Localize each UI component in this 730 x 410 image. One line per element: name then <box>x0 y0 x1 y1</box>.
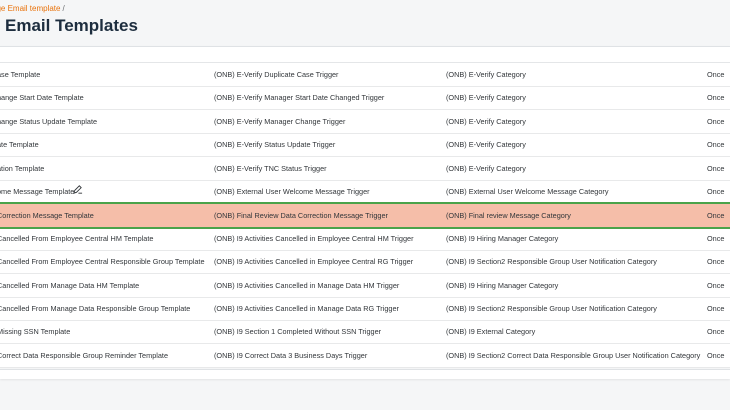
page-title: Email Templates <box>5 16 138 35</box>
category-cell: (ONB) E-Verify Category <box>446 93 526 103</box>
frequency-cell: Once <box>707 350 725 360</box>
category-cell: (ONB) E-Verify Category <box>446 70 526 79</box>
frequency-cell: Once <box>707 187 725 196</box>
trigger-cell: (ONB) I9 Activities Cancelled in Employe… <box>214 233 414 243</box>
table-row-selected[interactable]: Correction Message Template (ONB) Final R… <box>0 202 730 230</box>
table-row[interactable]: ate Template (ONB) E-Verify Status Update… <box>0 133 730 158</box>
template-name-cell: hange Start Date Template <box>0 93 84 103</box>
template-name-cell: Missing SSN Template <box>0 327 71 337</box>
template-name-cell: Cancelled From Manage Data HM Template <box>0 280 140 290</box>
trigger-cell: (ONB) External User Welcome Message Trig… <box>214 187 370 196</box>
breadcrumb-link[interactable]: age Email template <box>0 4 60 13</box>
frequency-cell: Once <box>707 116 725 126</box>
trigger-cell: (ONB) I9 Activities Cancelled in Manage … <box>214 304 399 313</box>
trigger-cell: (ONB) E-Verify Duplicate Case Trigger <box>214 70 339 79</box>
trigger-cell: (ONB) I9 Correct Data 3 Business Days Tr… <box>214 350 368 360</box>
frequency-cell: Once <box>707 211 725 221</box>
table-row[interactable]: ation Template (ONB) E-Verify TNC Status … <box>0 157 730 181</box>
table-row[interactable]: Correct Data Responsible Group Reminder … <box>0 344 730 368</box>
template-name-cell: Correction Message Template <box>0 211 94 221</box>
category-cell: (ONB) I9 Section2 Correct Data Responsib… <box>446 350 701 360</box>
frequency-cell: Once <box>707 70 725 79</box>
category-cell: (ONB) I9 Hiring Manager Category <box>446 233 559 243</box>
table-row[interactable]: ome Message Template (ONB) External User … <box>0 180 730 204</box>
template-name-cell: ation Template <box>0 163 45 173</box>
category-cell: (ONB) Final review Message Category <box>446 211 571 221</box>
template-name-cell: Cancelled From Employee Central Responsi… <box>0 257 205 267</box>
templates-table: ase Template (ONB) E-Verify Duplicate Cas… <box>0 62 730 368</box>
table-row[interactable]: Cancelled From Employee Central HM Templ… <box>0 227 730 251</box>
category-cell: (ONB) E-Verify Category <box>446 116 526 126</box>
breadcrumb: age Email template/ <box>0 4 65 13</box>
breadcrumb-separator: / <box>62 4 65 13</box>
table-row[interactable]: Cancelled From Manage Data Responsible G… <box>0 297 730 321</box>
trigger-cell: (ONB) E-Verify Manager Change Trigger <box>214 116 346 126</box>
table-row[interactable]: ase Template (ONB) E-Verify Duplicate Cas… <box>0 63 730 87</box>
category-cell: (ONB) External User Welcome Message Cate… <box>446 187 609 196</box>
trigger-cell: (ONB) I9 Activities Cancelled in Manage … <box>214 280 400 290</box>
frequency-cell: Once <box>707 257 725 267</box>
template-name-cell: hange Status Update Template <box>0 116 98 126</box>
table-row[interactable]: Cancelled From Employee Central Responsi… <box>0 250 730 275</box>
category-cell: (ONB) I9 Section2 Responsible Group User… <box>446 304 657 313</box>
category-cell: (ONB) I9 Hiring Manager Category <box>446 280 559 290</box>
frequency-cell: Once <box>707 327 725 337</box>
trigger-cell: (ONB) I9 Activities Cancelled in Employe… <box>214 257 414 267</box>
template-name-cell: Cancelled From Employee Central HM Templ… <box>0 233 154 243</box>
category-cell: (ONB) I9 External Category <box>446 327 536 337</box>
trigger-cell: (ONB) E-Verify TNC Status Trigger <box>214 163 327 173</box>
trigger-cell: (ONB) E-Verify Manager Start Date Change… <box>214 93 385 103</box>
template-name-cell: Cancelled From Manage Data Responsible G… <box>0 304 191 313</box>
template-name-cell: ase Template <box>0 70 41 79</box>
frequency-cell: Once <box>707 140 725 150</box>
table-footer-strip <box>0 369 730 379</box>
category-cell: (ONB) E-Verify Category <box>446 140 526 150</box>
frequency-cell: Once <box>707 280 725 290</box>
frequency-cell: Once <box>707 233 725 243</box>
category-cell: (ONB) I9 Section2 Responsible Group User… <box>446 257 657 267</box>
frequency-cell: Once <box>707 304 725 313</box>
table-row[interactable]: hange Status Update Template (ONB) E-Veri… <box>0 110 730 134</box>
template-name-cell: ate Template <box>0 140 39 150</box>
table-row[interactable]: Missing SSN Template (ONB) I9 Section 1 C… <box>0 320 730 345</box>
table-row[interactable]: hange Start Date Template (ONB) E-Verify … <box>0 86 730 111</box>
table-row[interactable]: Cancelled From Manage Data HM Template (O… <box>0 274 730 298</box>
category-cell: (ONB) E-Verify Category <box>446 163 526 173</box>
trigger-cell: (ONB) E-Verify Status Update Trigger <box>214 140 336 150</box>
trigger-cell: (ONB) Final Review Data Correction Messa… <box>214 211 388 221</box>
template-name-cell: ome Message Template <box>0 187 75 196</box>
template-name-cell: Correct Data Responsible Group Reminder … <box>0 350 169 360</box>
frequency-cell: Once <box>707 93 725 103</box>
edit-pencil-icon[interactable] <box>72 184 83 195</box>
trigger-cell: (ONB) I9 Section 1 Completed Without SSN… <box>214 327 382 337</box>
frequency-cell: Once <box>707 163 725 173</box>
